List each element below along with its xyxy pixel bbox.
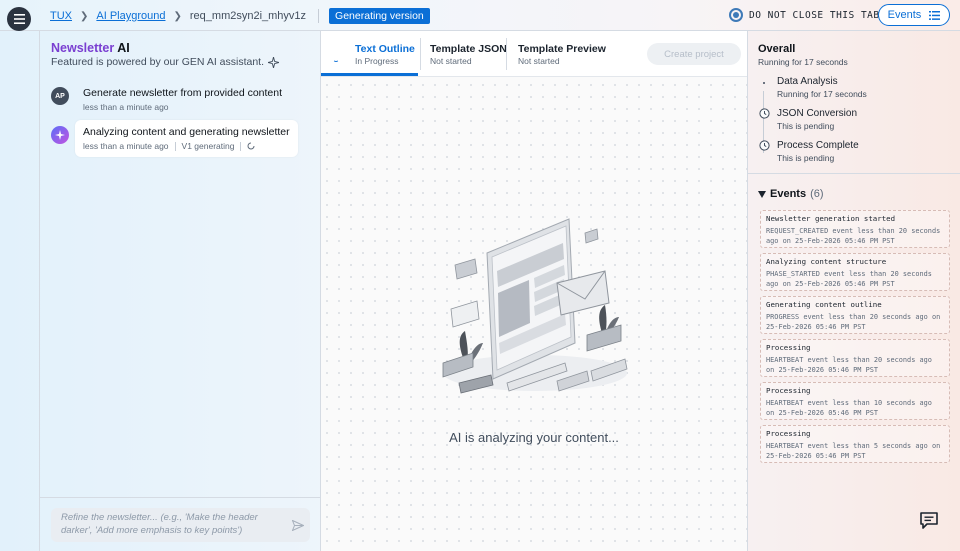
- analyzing-status-text: AI is analyzing your content...: [449, 430, 619, 445]
- chevron-right-icon: ❯: [173, 10, 182, 22]
- sparkle-icon: [268, 56, 280, 68]
- tab-label: Template JSON: [430, 43, 507, 55]
- event-title: Analyzing content structure: [766, 257, 887, 266]
- status-badge: Generating version: [329, 8, 430, 24]
- version-status: V1 generating: [181, 141, 235, 151]
- chat-subtitle: Featured is powered by our GEN AI assist…: [51, 56, 280, 68]
- event-title: Processing: [766, 429, 811, 438]
- event-title: Processing: [766, 386, 811, 395]
- spinner-icon: [758, 76, 770, 99]
- progress-panel: Overall Running for 17 seconds Data Anal…: [747, 31, 960, 551]
- breadcrumb-root-link[interactable]: TUX: [50, 10, 72, 22]
- chat-message-user: AP Generate newsletter from provided con…: [51, 87, 282, 112]
- feedback-icon[interactable]: [919, 511, 939, 530]
- message-text: Analyzing content and generating newslet…: [83, 126, 290, 138]
- event-card: Processing HEARTBEAT event less than 20 …: [760, 339, 950, 377]
- event-desc: REQUEST_CREATED event less than 20 secon…: [766, 227, 941, 245]
- breadcrumb: TUX ❯ AI Playground ❯ req_mm2syn2i_mhyv1…: [50, 8, 430, 24]
- tab-label: Text Outline: [355, 43, 415, 55]
- divider: [748, 173, 960, 174]
- step-data-analysis: Data Analysis Running for 17 seconds: [758, 76, 867, 99]
- tab-template-json[interactable]: Template JSON Not started: [430, 31, 507, 77]
- chat-title-suffix: AI: [117, 41, 130, 55]
- hamburger-icon: [13, 14, 25, 24]
- divider: [420, 38, 421, 70]
- menu-button[interactable]: [7, 7, 31, 31]
- chat-panel: Newsletter AI Featured is powered by our…: [39, 31, 321, 551]
- breadcrumb-current: req_mm2syn2i_mhyv1z: [189, 10, 307, 22]
- chat-message-ai: Analyzing content and generating newslet…: [51, 120, 298, 157]
- message-text: Generate newsletter from provided conten…: [83, 87, 283, 99]
- chat-title: Newsletter AI: [51, 41, 130, 55]
- overall-subtitle: Running for 17 seconds: [758, 57, 848, 67]
- avatar: AP: [51, 87, 69, 105]
- do-not-close-warning: DO NOT CLOSE THIS TAB: [729, 8, 880, 22]
- tab-label: Template Preview: [518, 43, 606, 55]
- chat-title-brand: Newsletter: [51, 41, 115, 55]
- warning-text: DO NOT CLOSE THIS TAB: [749, 9, 880, 21]
- event-card: Analyzing content structure PHASE_STARTE…: [760, 253, 950, 291]
- step-title: Process Complete: [777, 140, 859, 151]
- breadcrumb-playground-link[interactable]: AI Playground: [96, 10, 165, 22]
- step-title: Data Analysis: [777, 76, 838, 87]
- preview-area: Text Outline In Progress Template JSON N…: [321, 31, 747, 551]
- message-time: less than a minute ago: [83, 102, 169, 112]
- step-status: This is pending: [777, 153, 835, 163]
- caret-down-icon: [758, 190, 766, 198]
- step-json-conversion: JSON Conversion This is pending: [758, 108, 857, 131]
- status-dot-icon: [729, 8, 743, 22]
- events-section-toggle[interactable]: Events (6): [758, 188, 824, 200]
- loading-spinner-icon: [333, 56, 339, 62]
- divider: [318, 9, 320, 23]
- tab-status: In Progress: [355, 56, 399, 66]
- events-button-label: Events: [887, 9, 922, 21]
- event-desc: HEARTBEAT event less than 10 seconds ago…: [766, 399, 932, 417]
- create-project-button[interactable]: Create project: [647, 43, 741, 65]
- spinner-icon: [248, 142, 255, 150]
- list-icon: [929, 10, 941, 20]
- step-status: This is pending: [777, 121, 835, 131]
- tab-status: Not started: [430, 56, 472, 66]
- clock-icon: [758, 108, 770, 131]
- send-icon[interactable]: [292, 520, 304, 531]
- overall-title: Overall: [758, 43, 796, 55]
- active-tab-indicator: [321, 73, 418, 76]
- divider: [506, 38, 507, 70]
- ai-avatar: [51, 126, 69, 144]
- events-count: (6): [810, 188, 824, 200]
- tab-bar: Text Outline In Progress Template JSON N…: [321, 31, 747, 77]
- step-title: JSON Conversion: [777, 108, 858, 119]
- event-card: Generating content outline PROGRESS even…: [760, 296, 950, 334]
- event-card: Processing HEARTBEAT event less than 5 s…: [760, 425, 950, 463]
- chat-subtitle-text: Featured is powered by our GEN AI assist…: [51, 56, 265, 68]
- divider: [240, 141, 242, 151]
- event-title: Generating content outline: [766, 300, 882, 309]
- clock-icon: [758, 140, 770, 163]
- event-desc: HEARTBEAT event less than 5 seconds ago …: [766, 442, 941, 460]
- event-desc: PHASE_STARTED event less than 20 seconds…: [766, 270, 932, 288]
- step-process-complete: Process Complete This is pending: [758, 140, 859, 163]
- event-title: Newsletter generation started: [766, 214, 896, 223]
- analyzing-illustration: [442, 218, 628, 394]
- events-button[interactable]: Events: [878, 4, 950, 26]
- ai-message-bubble: Analyzing content and generating newslet…: [75, 120, 298, 157]
- chat-footer: Refine the newsletter... (e.g., 'Make th…: [40, 497, 321, 551]
- tab-text-outline[interactable]: Text Outline In Progress: [355, 31, 415, 77]
- event-card: Processing HEARTBEAT event less than 10 …: [760, 382, 950, 420]
- events-title: Events: [770, 188, 807, 200]
- sparkle-icon: [55, 130, 65, 140]
- event-desc: HEARTBEAT event less than 20 seconds ago…: [766, 356, 932, 374]
- chevron-right-icon: ❯: [80, 10, 89, 22]
- refine-input[interactable]: Refine the newsletter... (e.g., 'Make th…: [51, 508, 310, 542]
- step-status: Running for 17 seconds: [777, 89, 867, 99]
- message-time: less than a minute ago: [83, 141, 169, 151]
- divider: [174, 141, 176, 151]
- top-bar: TUX ❯ AI Playground ❯ req_mm2syn2i_mhyv1…: [0, 0, 960, 31]
- tab-status: Not started: [518, 56, 560, 66]
- event-desc: PROGRESS event less than 20 seconds ago …: [766, 313, 941, 331]
- refine-input-placeholder: Refine the newsletter... (e.g., 'Make th…: [61, 512, 258, 536]
- tab-template-preview[interactable]: Template Preview Not started: [518, 31, 606, 77]
- event-title: Processing: [766, 343, 811, 352]
- event-card: Newsletter generation started REQUEST_CR…: [760, 210, 950, 248]
